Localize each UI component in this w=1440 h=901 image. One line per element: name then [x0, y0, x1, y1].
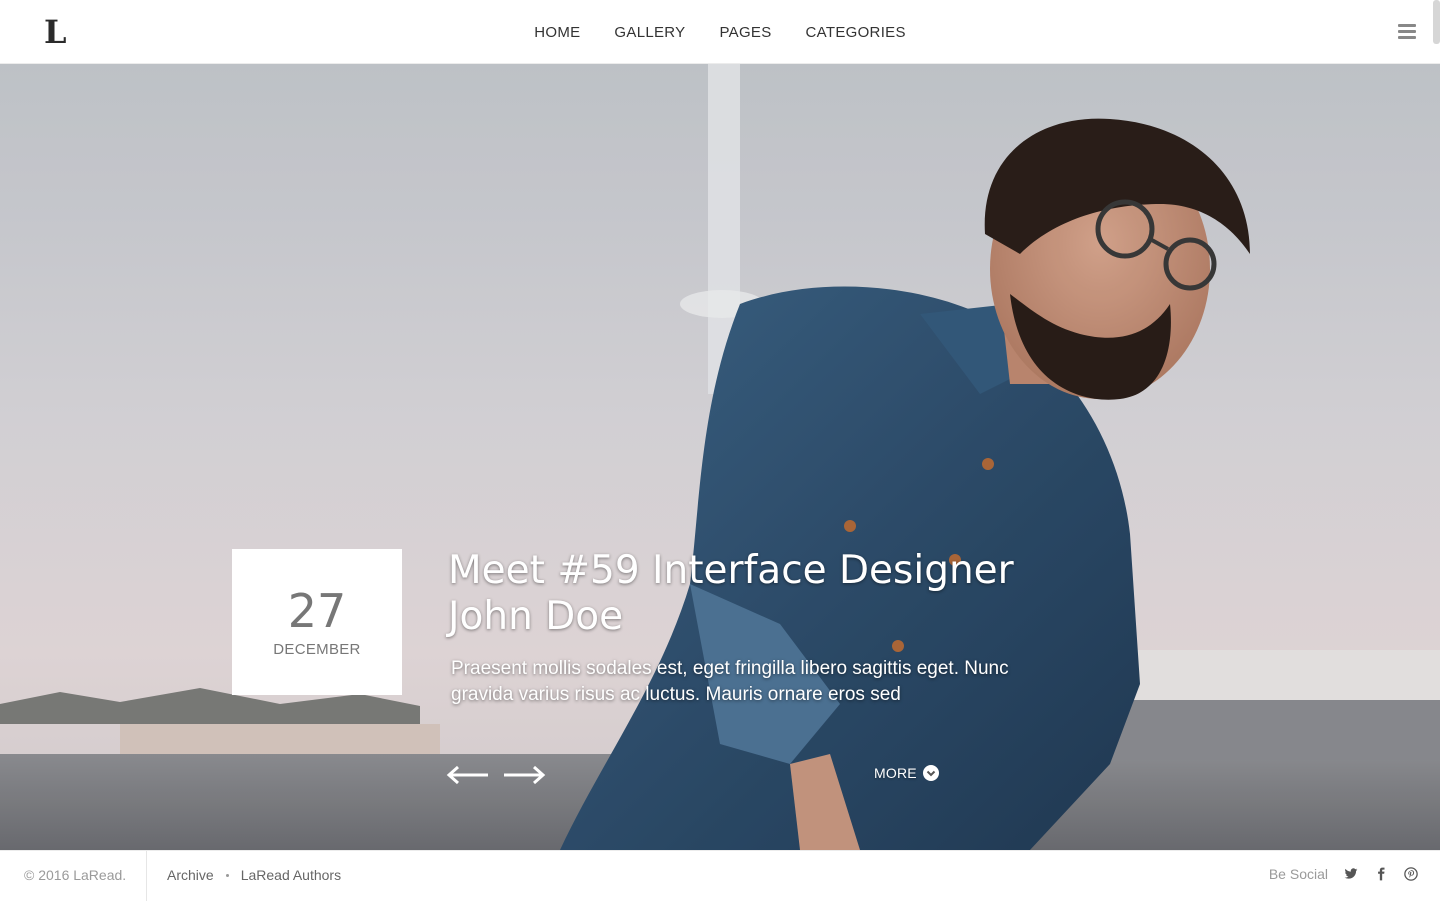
- twitter-icon[interactable]: [1344, 867, 1358, 881]
- copyright-text: © 2016 LaRead.: [24, 867, 127, 883]
- scrollbar-thumb[interactable]: [1433, 0, 1440, 44]
- footer-divider: [146, 851, 147, 901]
- post-excerpt: Praesent mollis sodales est, eget fringi…: [451, 658, 1009, 705]
- nav-item-home[interactable]: HOME: [534, 22, 580, 44]
- arrow-right-icon[interactable]: [502, 764, 546, 786]
- pinterest-icon[interactable]: [1404, 867, 1418, 881]
- more-button[interactable]: MORE: [874, 765, 939, 781]
- site-header: L HOME GALLERY PAGES CATEGORIES: [0, 0, 1440, 64]
- social-label: Be Social: [1268, 866, 1328, 882]
- footer-link-archive[interactable]: Archive: [167, 867, 214, 883]
- post-date-box: 27 DECEMBER: [232, 549, 402, 695]
- hero-image: [0, 64, 1440, 850]
- site-footer: © 2016 LaRead. Archive LaRead Authors Be…: [0, 850, 1440, 901]
- social-links: Be Social: [1269, 866, 1418, 882]
- post-title[interactable]: Meet #59 Interface Designer John Doe: [448, 548, 1068, 640]
- post-date-day: 27: [287, 584, 347, 638]
- post-date-month: DECEMBER: [273, 641, 361, 658]
- footer-separator-dot: [225, 873, 229, 877]
- footer-link-authors[interactable]: LaRead Authors: [241, 867, 341, 883]
- chevron-down-circle-icon: [922, 765, 939, 781]
- hamburger-menu-icon[interactable]: [1398, 24, 1416, 40]
- facebook-icon[interactable]: [1374, 867, 1388, 881]
- main-nav: HOME GALLERY PAGES CATEGORIES: [0, 22, 1440, 44]
- hero-slider: 27 DECEMBER Meet #59 Interface Designer …: [0, 64, 1440, 850]
- nav-item-pages[interactable]: PAGES: [719, 22, 771, 44]
- nav-item-gallery[interactable]: GALLERY: [614, 22, 685, 44]
- footer-links: Archive LaRead Authors: [167, 867, 341, 883]
- arrow-left-icon[interactable]: [446, 764, 490, 786]
- more-label: MORE: [874, 765, 917, 781]
- nav-item-categories[interactable]: CATEGORIES: [806, 22, 906, 44]
